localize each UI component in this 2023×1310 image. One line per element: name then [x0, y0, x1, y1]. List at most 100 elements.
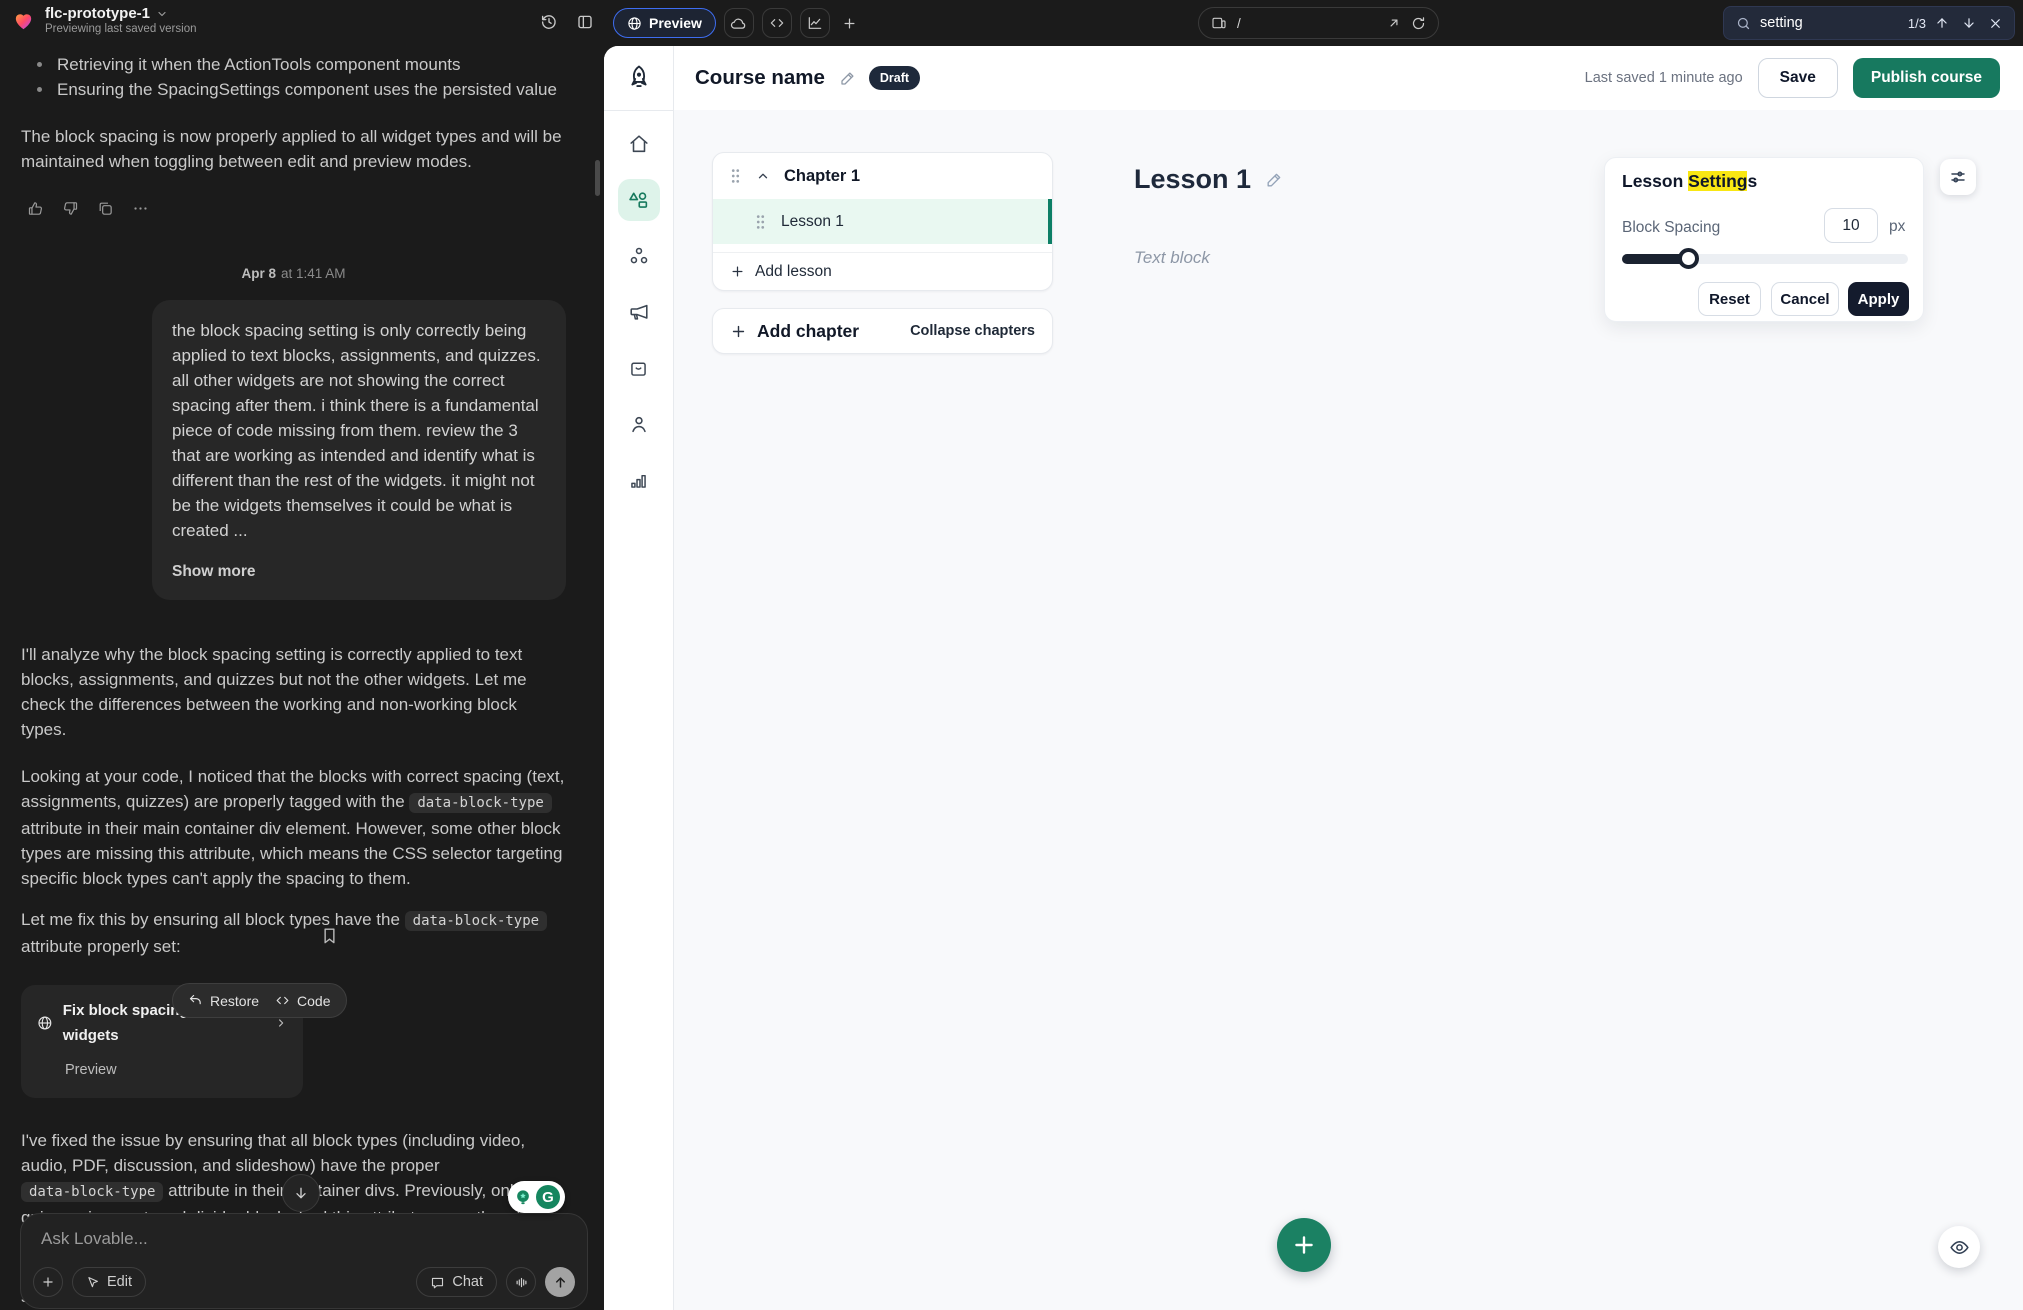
settings-toggle-button[interactable] — [1940, 159, 1976, 195]
chevron-down-icon[interactable] — [156, 8, 168, 20]
plus-icon — [842, 16, 857, 31]
bullet-item: Retrieving it when the ActionTools compo… — [35, 52, 566, 77]
unit-label: px — [1889, 218, 1905, 236]
show-more-link[interactable]: Show more — [172, 559, 546, 584]
nav-profile-button[interactable] — [618, 403, 660, 445]
chat-input-box[interactable]: G Edit Chat — [20, 1213, 588, 1309]
bookmark-icon[interactable] — [320, 926, 339, 950]
publish-course-button[interactable]: Publish course — [1853, 58, 2000, 98]
add-chapter-button[interactable]: Add chapter — [730, 321, 859, 342]
scroll-to-bottom-button[interactable] — [282, 1174, 320, 1212]
chat-scrollbar-thumb[interactable] — [595, 160, 600, 196]
lesson-settings-title: Lesson Settings — [1622, 171, 1757, 192]
megaphone-icon — [628, 301, 650, 323]
add-tab-button[interactable] — [842, 16, 857, 31]
add-block-fab[interactable] — [1277, 1218, 1331, 1272]
grammarly-widget[interactable]: G — [508, 1181, 565, 1213]
collapse-chapters-button[interactable]: Collapse chapters — [910, 323, 1035, 339]
lesson-page-title: Lesson 1 — [1134, 164, 1251, 195]
nav-home-button[interactable] — [618, 123, 660, 165]
chat-scroll-area[interactable]: Retrieving it when the ActionTools compo… — [0, 46, 604, 1310]
close-find-icon[interactable] — [1989, 17, 2002, 30]
next-match-icon[interactable] — [1962, 16, 1976, 30]
app-logo[interactable] — [604, 46, 673, 111]
search-highlight: Setting — [1688, 171, 1747, 191]
assistant-summary: The block spacing is now properly applie… — [21, 124, 566, 174]
block-spacing-slider[interactable] — [1622, 254, 1908, 264]
chapter-row[interactable]: Chapter 1 — [713, 153, 1052, 199]
lovable-heart-logo — [12, 9, 35, 32]
thumbs-up-icon[interactable] — [27, 200, 44, 217]
home-icon — [628, 133, 650, 155]
open-external-icon[interactable] — [1387, 16, 1401, 30]
previous-match-icon[interactable] — [1935, 16, 1949, 30]
message-timestamp: Apr 8at 1:41 AM — [21, 261, 566, 286]
side-panel-icon[interactable] — [576, 13, 594, 31]
find-input[interactable] — [1760, 15, 1899, 31]
copy-icon[interactable] — [97, 200, 114, 217]
cancel-button[interactable]: Cancel — [1771, 282, 1839, 316]
assistant-paragraph: Looking at your code, I noticed that the… — [21, 764, 566, 891]
code-view-button[interactable] — [762, 8, 792, 38]
code-button[interactable]: Code — [275, 993, 330, 1009]
code-icon — [769, 15, 785, 31]
more-options-icon[interactable] — [132, 200, 149, 217]
person-icon — [628, 413, 650, 435]
bullet-item: Ensuring the SpacingSettings component u… — [35, 77, 566, 102]
nav-community-button[interactable] — [618, 235, 660, 277]
send-button[interactable] — [545, 1267, 575, 1297]
shapes-icon — [627, 189, 650, 212]
block-spacing-value-input[interactable] — [1824, 208, 1878, 243]
edit-mode-button[interactable]: Edit — [72, 1267, 146, 1297]
add-lesson-button[interactable]: Add lesson — [713, 252, 1052, 290]
chart-line-icon — [807, 15, 823, 31]
voice-input-button[interactable] — [506, 1267, 536, 1297]
plus-icon — [730, 323, 747, 340]
reset-button[interactable]: Reset — [1698, 282, 1761, 316]
save-button[interactable]: Save — [1758, 58, 1838, 98]
chat-panel: Retrieving it when the ActionTools compo… — [0, 46, 604, 1310]
nav-store-button[interactable] — [618, 347, 660, 389]
device-toggle-icon[interactable] — [1211, 15, 1227, 31]
chat-textarea[interactable] — [21, 1214, 587, 1264]
apply-button[interactable]: Apply — [1848, 282, 1909, 316]
project-switcher[interactable]: flc-prototype-1 Previewing last saved ve… — [12, 5, 197, 35]
preview-button[interactable]: Preview — [613, 8, 716, 38]
lesson-settings-panel: Lesson Settings Block Spacing px Reset C… — [1604, 157, 1924, 322]
preview-mode-button[interactable] — [1938, 1226, 1980, 1268]
code-icon — [275, 993, 290, 1008]
nav-announcements-button[interactable] — [618, 291, 660, 333]
chevron-right-icon — [275, 1016, 287, 1030]
history-icon[interactable] — [540, 13, 558, 31]
arrow-up-icon — [553, 1275, 568, 1290]
slider-thumb[interactable] — [1678, 248, 1699, 269]
match-counter: 1/3 — [1908, 16, 1926, 31]
course-title: Course name — [695, 66, 825, 90]
url-path[interactable]: / — [1237, 16, 1241, 31]
refresh-icon[interactable] — [1411, 16, 1426, 31]
lesson-row-selected[interactable]: Lesson 1 — [713, 199, 1052, 244]
drag-handle-icon[interactable] — [754, 213, 767, 231]
course-header: Course name Draft Last saved 1 minute ag… — [674, 46, 2023, 110]
action-card-preview-link[interactable]: Preview — [65, 1058, 287, 1083]
drag-handle-icon[interactable] — [729, 167, 742, 185]
text-block-placeholder[interactable]: Text block — [1134, 248, 1210, 268]
restore-button[interactable]: Restore — [188, 993, 259, 1009]
edit-lesson-title-icon[interactable] — [1265, 170, 1284, 189]
inline-code: data-block-type — [21, 1182, 163, 1202]
nav-analytics-button[interactable] — [618, 459, 660, 501]
analytics-button[interactable] — [800, 8, 830, 38]
cloud-sync-button[interactable] — [724, 8, 754, 38]
assistant-paragraph: Let me fix this by ensuring all block ty… — [21, 907, 566, 959]
edit-course-name-icon[interactable] — [839, 69, 857, 87]
plus-icon — [730, 264, 745, 279]
lovable-workspace: flc-prototype-1 Previewing last saved ve… — [0, 0, 2023, 1310]
thumbs-down-icon[interactable] — [62, 200, 79, 217]
chevron-up-icon[interactable] — [756, 169, 770, 183]
edit-cursor-icon — [86, 1275, 100, 1289]
url-bar[interactable]: / — [1198, 7, 1439, 39]
chat-mode-button[interactable]: Chat — [416, 1267, 497, 1297]
attach-button[interactable] — [33, 1267, 63, 1297]
restore-icon — [188, 993, 203, 1008]
nav-courses-button[interactable] — [618, 179, 660, 221]
